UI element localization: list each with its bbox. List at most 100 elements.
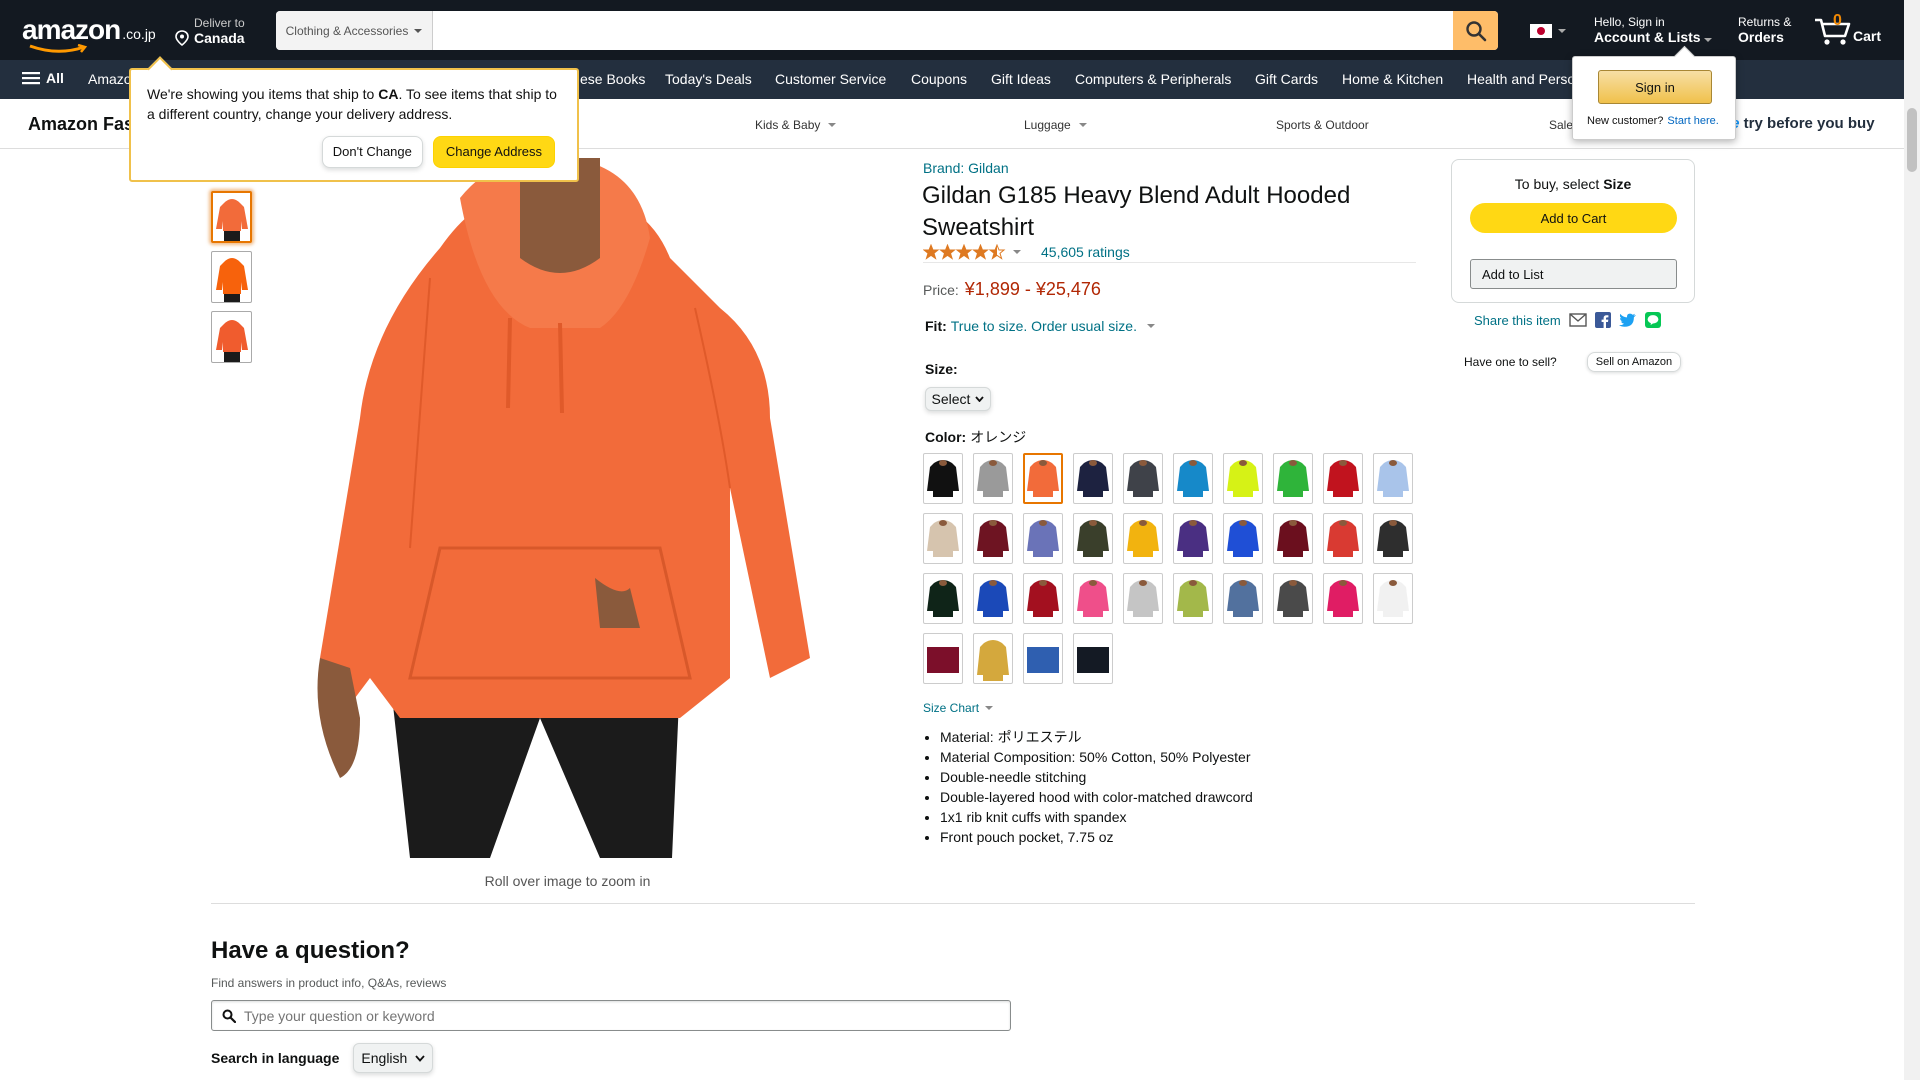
color-swatch[interactable] <box>923 513 963 564</box>
chevron-down-icon[interactable] <box>1013 250 1021 254</box>
color-swatch[interactable] <box>1123 573 1163 624</box>
popover-country: CA <box>378 86 399 102</box>
color-swatch[interactable] <box>973 513 1013 564</box>
size-select[interactable]: Select <box>925 387 991 411</box>
returns-and-orders[interactable]: Returns & Orders <box>1738 15 1791 45</box>
email-icon[interactable] <box>1569 313 1587 327</box>
add-to-list-button[interactable]: Add to List <box>1470 259 1677 289</box>
color-swatch[interactable] <box>1323 513 1363 564</box>
brand-link[interactable]: Brand: Gildan <box>923 160 1009 176</box>
sell-on-amazon-button[interactable]: Sell on Amazon <box>1586 352 1682 372</box>
color-swatch[interactable] <box>1073 453 1113 504</box>
search-input[interactable] <box>433 11 1453 50</box>
fit-row[interactable]: Fit: True to size. Order usual size. <box>925 318 1155 334</box>
color-swatch[interactable] <box>973 573 1013 624</box>
color-swatch[interactable] <box>1223 453 1263 504</box>
chevron-down-icon <box>828 123 837 127</box>
twitter-icon[interactable] <box>1618 313 1637 328</box>
color-swatch[interactable] <box>1123 453 1163 504</box>
star-rating-icon[interactable] <box>923 244 1007 260</box>
color-swatch[interactable] <box>1073 633 1113 684</box>
account-and-lists[interactable]: Hello, Sign in Account & Lists <box>1594 15 1713 45</box>
cart-button[interactable]: 0 Cart <box>1813 12 1883 48</box>
popover-message: We're showing you items that ship to CA.… <box>147 84 561 124</box>
swatch-image <box>1227 459 1259 497</box>
nav-all-menu[interactable]: All <box>22 70 64 86</box>
color-swatch[interactable] <box>973 633 1013 684</box>
scrollbar-thumb[interactable] <box>1907 108 1917 172</box>
subnav-sale[interactable]: Sale <box>1549 118 1573 132</box>
image-thumbnail[interactable] <box>211 191 252 243</box>
color-swatch[interactable] <box>923 573 963 624</box>
language-label: Search in language <box>211 1050 340 1066</box>
nav-item-japanese-books[interactable]: ese Books <box>580 71 645 87</box>
page-scrollbar[interactable] <box>1904 0 1920 1080</box>
search-button[interactable] <box>1453 11 1498 50</box>
main-product-image[interactable] <box>300 158 860 858</box>
language-select[interactable]: English <box>353 1043 434 1073</box>
jp-flag-icon <box>1530 24 1552 38</box>
dont-change-button[interactable]: Don't Change <box>321 136 423 168</box>
color-swatch[interactable] <box>1173 573 1213 624</box>
ratings-count-link[interactable]: 45,605 ratings <box>1041 244 1130 260</box>
nav-item-coupons[interactable]: Coupons <box>911 71 967 87</box>
color-swatch[interactable] <box>1373 573 1413 624</box>
line-app-icon[interactable] <box>1644 312 1661 328</box>
nav-item-todays-deals[interactable]: Today's Deals <box>665 71 752 87</box>
color-swatch[interactable] <box>1023 513 1063 564</box>
deliver-to-location[interactable]: Deliver to Canada <box>174 16 245 46</box>
color-swatch[interactable] <box>973 453 1013 504</box>
hoodie-thumbnail-image <box>215 199 248 241</box>
image-thumbnail[interactable] <box>211 311 252 363</box>
nav-item-health[interactable]: Health and Perso <box>1467 71 1575 87</box>
share-label[interactable]: Share this item <box>1474 313 1561 328</box>
size-chart-link[interactable]: Size Chart <box>923 701 994 715</box>
color-swatch[interactable] <box>1323 453 1363 504</box>
qa-search-input[interactable] <box>244 1007 944 1024</box>
facebook-icon[interactable] <box>1594 312 1611 328</box>
prime-try-before-you-buy[interactable]: ne try before you buy <box>1722 115 1875 132</box>
color-swatch[interactable] <box>1073 513 1113 564</box>
color-swatch[interactable] <box>1373 453 1413 504</box>
color-swatch[interactable] <box>1023 633 1063 684</box>
start-here-link[interactable]: Start here. <box>1667 115 1718 127</box>
color-swatch[interactable] <box>1373 513 1413 564</box>
color-swatch[interactable] <box>923 633 963 684</box>
color-swatch[interactable] <box>923 453 963 504</box>
image-thumbnail[interactable] <box>211 251 252 303</box>
color-swatch[interactable] <box>1223 513 1263 564</box>
add-to-cart-button[interactable]: Add to Cart <box>1470 203 1677 233</box>
color-swatch[interactable] <box>1123 513 1163 564</box>
swatch-image <box>927 646 959 673</box>
color-swatch[interactable] <box>1273 513 1313 564</box>
color-swatch[interactable] <box>1023 573 1063 624</box>
swatch-image <box>1277 519 1309 557</box>
subnav-luggage[interactable]: Luggage <box>1024 118 1087 132</box>
nav-item-customer-service[interactable]: Customer Service <box>775 71 886 87</box>
search-category-dropdown[interactable]: Clothing & Accessories <box>276 11 433 50</box>
amazon-logo[interactable]: amazon .co.jp <box>22 14 156 53</box>
swatch-image <box>1127 579 1159 617</box>
swatch-image <box>1077 519 1109 557</box>
color-swatch[interactable] <box>1073 573 1113 624</box>
change-address-button[interactable]: Change Address <box>432 136 555 168</box>
nav-item-home-kitchen[interactable]: Home & Kitchen <box>1342 71 1443 87</box>
subnav-kids-baby[interactable]: Kids & Baby <box>755 118 837 132</box>
nav-item-computers[interactable]: Computers & Peripherals <box>1075 71 1231 87</box>
color-swatch[interactable] <box>1273 453 1313 504</box>
color-swatch[interactable] <box>1173 513 1213 564</box>
nav-item-gift-cards[interactable]: Gift Cards <box>1255 71 1318 87</box>
ship-to-country-popover: We're showing you items that ship to CA.… <box>129 68 579 182</box>
signin-button[interactable]: Sign in <box>1598 70 1712 104</box>
subnav-sports-outdoor[interactable]: Sports & Outdoor <box>1276 118 1369 132</box>
color-swatch[interactable] <box>1173 453 1213 504</box>
nav-item-gift-ideas[interactable]: Gift Ideas <box>991 71 1051 87</box>
language-selector[interactable] <box>1530 24 1566 38</box>
swatch-image <box>1077 646 1109 673</box>
nav-item-amazon[interactable]: Amazo <box>88 71 132 87</box>
color-swatch[interactable] <box>1023 453 1063 504</box>
store-brand[interactable]: Amazon Fas <box>28 114 134 135</box>
color-swatch[interactable] <box>1323 573 1363 624</box>
color-swatch[interactable] <box>1223 573 1263 624</box>
color-swatch[interactable] <box>1273 573 1313 624</box>
